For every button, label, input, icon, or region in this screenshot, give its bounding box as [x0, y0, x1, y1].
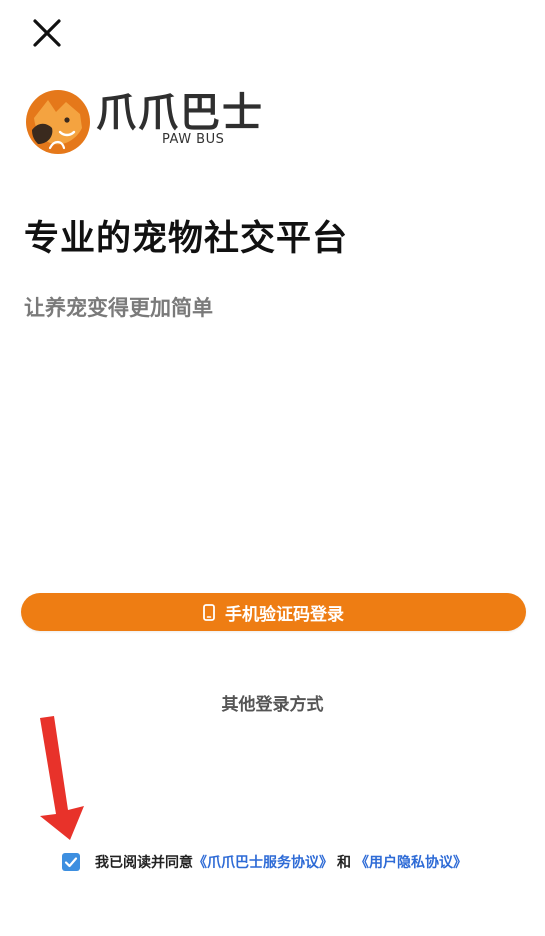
- brand-subtitle: PAW BUS: [162, 132, 225, 147]
- fox-cat-logo-icon: [26, 90, 90, 154]
- agreement-row: 我已阅读并同意 《爪爪巴士服务协议》 和 《用户隐私协议》: [62, 851, 467, 873]
- brand-logo: 爪爪巴士 PAW BUS: [24, 86, 294, 156]
- service-agreement-link[interactable]: 《爪爪巴士服务协议》: [193, 852, 333, 872]
- agreement-prefix: 我已阅读并同意: [95, 855, 193, 871]
- phone-login-label: 手机验证码登录: [225, 604, 344, 625]
- close-button[interactable]: [28, 14, 66, 52]
- check-icon: [64, 857, 78, 868]
- phone-icon: [203, 603, 215, 621]
- page-title: 专业的宠物社交平台: [24, 219, 349, 259]
- agreement-conjunction: 和: [337, 855, 351, 871]
- login-screen: 爪爪巴士 PAW BUS 专业的宠物社交平台 让养宠变得更加简单 手机验证码登录…: [0, 0, 545, 936]
- agreement-checkbox[interactable]: [62, 853, 80, 871]
- phone-login-button[interactable]: 手机验证码登录: [21, 593, 526, 631]
- close-icon: [33, 19, 61, 47]
- page-subtitle: 让养宠变得更加简单: [24, 296, 213, 320]
- privacy-agreement-link[interactable]: 《用户隐私协议》: [355, 852, 467, 872]
- pointer-arrow-icon: [40, 716, 84, 840]
